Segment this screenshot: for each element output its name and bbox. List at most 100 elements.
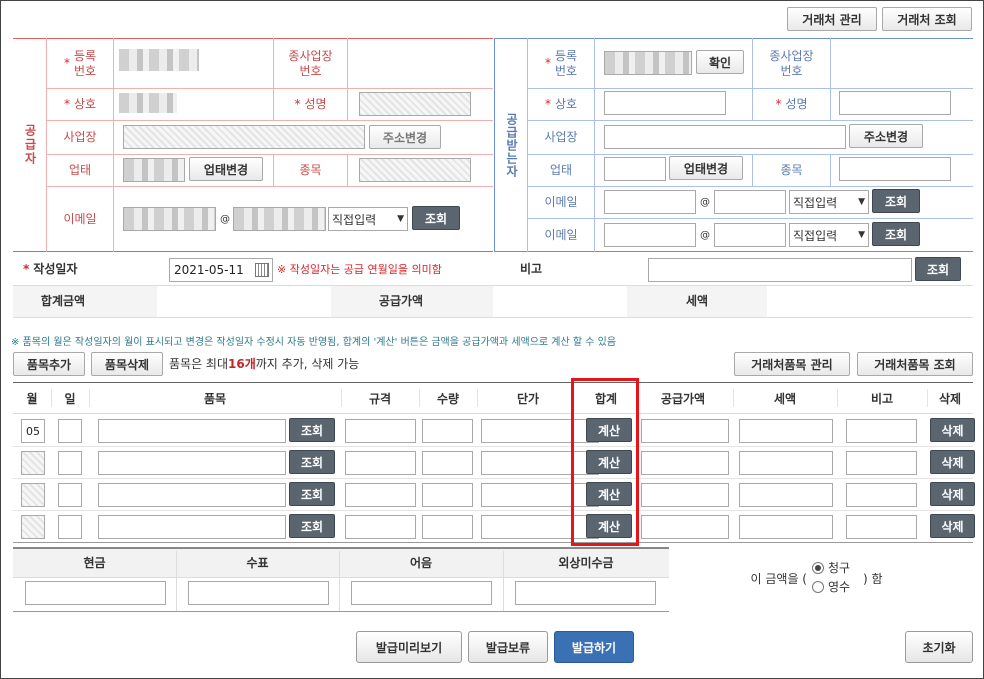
reset-button[interactable]: 초기화 (905, 631, 973, 663)
row-delete-button[interactable]: 삭제 (930, 450, 975, 474)
day-input[interactable] (58, 451, 82, 475)
receiver-confirm-button[interactable]: 확인 (696, 50, 744, 74)
day-input[interactable] (58, 419, 82, 443)
calc-button[interactable]: 계산 (586, 418, 632, 442)
receiver-biz-type-change-button[interactable]: 업태변경 (669, 156, 743, 180)
delete-item-button[interactable]: 품목삭제 (91, 352, 163, 376)
qty-input[interactable] (422, 483, 473, 507)
supplier-biz-type-change-button[interactable]: 업태변경 (189, 157, 263, 181)
issue-preview-button[interactable]: 발급미리보기 (356, 631, 462, 663)
receiver-email-lookup-button[interactable]: 조회 (872, 189, 920, 213)
receipt-radio[interactable] (812, 581, 824, 593)
issue-hold-button[interactable]: 발급보류 (468, 631, 548, 663)
spec-input[interactable] (345, 419, 416, 443)
at-sign: @ (220, 213, 230, 225)
divider (13, 611, 669, 612)
promissory-note-input[interactable] (351, 581, 492, 605)
divider (13, 251, 493, 252)
calc-button[interactable]: 계산 (586, 482, 632, 506)
supplier-email-domain-select[interactable]: 직접입력 ▼ (328, 207, 408, 231)
spec-input[interactable] (345, 483, 416, 507)
remark-row-input[interactable] (846, 419, 917, 443)
month-cell (21, 483, 45, 507)
qty-input[interactable] (422, 419, 473, 443)
receiver-biz-type-input[interactable] (604, 157, 666, 181)
remark-row-input[interactable] (846, 515, 917, 539)
receiver-address-input[interactable] (604, 125, 846, 149)
receiver-email-domain-input[interactable] (714, 190, 786, 214)
tax-input[interactable] (739, 451, 833, 475)
add-item-button[interactable]: 품목추가 (13, 352, 85, 376)
receiver-email2-id-input[interactable] (604, 223, 696, 247)
partner-item-manage-button[interactable]: 거래처품목 관리 (734, 352, 850, 376)
receiver-email-domain-select[interactable]: 직접입력 ▼ (789, 190, 869, 214)
receiver-name-input[interactable] (604, 91, 726, 115)
supplier-biz-type-input[interactable] (123, 158, 185, 182)
receiver-email2-domain-select[interactable]: 직접입력 ▼ (789, 223, 869, 247)
receiver-ceo-input[interactable] (839, 91, 951, 115)
item-name-input[interactable] (98, 515, 286, 539)
divider (89, 389, 90, 407)
unit-price-input[interactable] (481, 483, 599, 507)
tax-input[interactable] (739, 483, 833, 507)
receiver-email2-domain-input[interactable] (714, 223, 786, 247)
tax-input[interactable] (739, 515, 833, 539)
row-delete-button[interactable]: 삭제 (930, 418, 975, 442)
partner-item-lookup-button[interactable]: 거래처품목 조회 (857, 352, 973, 376)
item-name-input[interactable] (98, 451, 286, 475)
supplier-email-lookup-button[interactable]: 조회 (412, 206, 460, 230)
spec-input[interactable] (345, 451, 416, 475)
item-name-input[interactable] (98, 419, 286, 443)
spec-input[interactable] (345, 515, 416, 539)
divider (13, 577, 669, 578)
item-lookup-button[interactable]: 조회 (289, 482, 335, 506)
issue-button[interactable]: 발급하기 (554, 631, 634, 663)
day-input[interactable] (58, 515, 82, 539)
unit-price-input[interactable] (481, 515, 599, 539)
tax-input[interactable] (739, 419, 833, 443)
item-lookup-button[interactable]: 조회 (289, 514, 335, 538)
remark-row-input[interactable] (846, 483, 917, 507)
credit-input[interactable] (515, 581, 656, 605)
receiver-email2-lookup-button[interactable]: 조회 (872, 222, 920, 246)
remark-lookup-button[interactable]: 조회 (915, 257, 961, 281)
cash-label: 현금 (83, 555, 106, 570)
supplier-email-domain-input[interactable] (233, 207, 326, 231)
partner-manage-button[interactable]: 거래처 관리 (787, 7, 877, 31)
item-lookup-button[interactable]: 조회 (289, 450, 335, 474)
remark-input[interactable] (648, 258, 912, 282)
supplier-side-label: 공급자 (23, 124, 37, 166)
row-delete-button[interactable]: 삭제 (930, 482, 975, 506)
row-delete-button[interactable]: 삭제 (930, 514, 975, 538)
divider (13, 510, 973, 511)
supply-input[interactable] (641, 451, 729, 475)
supply-input[interactable] (641, 515, 729, 539)
supplier-biz-item-input[interactable] (359, 158, 471, 182)
supplier-email-id-input[interactable] (123, 207, 216, 231)
qty-input[interactable] (422, 451, 473, 475)
supplier-address-change-button[interactable]: 주소변경 (369, 125, 441, 149)
receiver-email-id-input[interactable] (604, 190, 696, 214)
supply-input[interactable] (641, 419, 729, 443)
unit-price-input[interactable] (481, 419, 599, 443)
supply-input[interactable] (641, 483, 729, 507)
receiver-biz-item-input[interactable] (839, 157, 951, 181)
calc-button[interactable]: 계산 (586, 450, 632, 474)
calendar-icon[interactable] (255, 263, 269, 277)
item-name-input[interactable] (98, 483, 286, 507)
cash-input[interactable] (25, 581, 166, 605)
day-input[interactable] (58, 483, 82, 507)
check-input[interactable] (188, 581, 329, 605)
partner-lookup-button[interactable]: 거래처 조회 (882, 7, 972, 31)
divider (837, 389, 838, 407)
item-lookup-button[interactable]: 조회 (289, 418, 335, 442)
receiver-address-change-button[interactable]: 주소변경 (849, 124, 923, 148)
remark-row-input[interactable] (846, 451, 917, 475)
unit-price-input[interactable] (481, 451, 599, 475)
qty-input[interactable] (422, 515, 473, 539)
receiver-reg-no-input[interactable] (604, 51, 692, 75)
supplier-ceo-label: * 성명 (294, 97, 327, 111)
claim-radio[interactable] (812, 562, 824, 574)
calc-button[interactable]: 계산 (586, 514, 632, 538)
divider (528, 154, 973, 155)
